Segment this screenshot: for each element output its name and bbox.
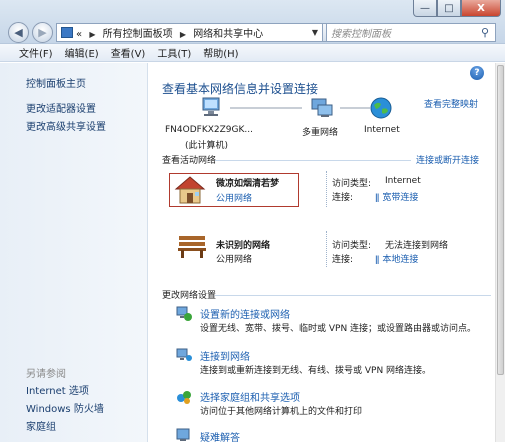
computer-sub-label: (此计算机) <box>185 141 229 151</box>
access-type-label: 访问类型: <box>332 179 372 189</box>
connection-label: 连接: <box>332 255 354 265</box>
access-type-label: 访问类型: <box>332 241 372 251</box>
connection-link[interactable]: ǁ 宽带连接 <box>375 190 418 203</box>
homegroup-icon <box>177 391 191 404</box>
chevron-right-icon: ▶ <box>179 30 186 39</box>
title-bar: — □ X ◀ ▶ « ▶ 所有控制面板项 ▶ 网络和共享中心 ▼ ↻ 搜索控制… <box>0 0 505 44</box>
search-placeholder: 搜索控制面板 <box>331 29 391 40</box>
back-button[interactable]: ◀ <box>8 22 29 43</box>
internet-label: Internet <box>364 125 400 135</box>
active-networks-label: 查看活动网络 <box>162 156 217 166</box>
computer-name: FN4ODFKX2Z9GK... <box>165 125 253 135</box>
menu-bar: 文件(F) 编辑(E) 查看(V) 工具(T) 帮助(H) <box>0 44 505 62</box>
multiple-networks-icon <box>311 98 333 117</box>
connect-network-icon <box>176 348 192 361</box>
menu-help[interactable]: 帮助(H) <box>198 45 243 60</box>
chevron-right-icon: ▶ <box>89 30 96 39</box>
network-name: 微凉如烟清若梦 <box>216 179 280 189</box>
connection-value: 宽带连接 <box>382 193 419 203</box>
menu-tools[interactable]: 工具(T) <box>152 45 196 60</box>
forward-button[interactable]: ▶ <box>32 22 53 43</box>
task-setup-connection-desc: 设置无线、宽带、拨号、临时或 VPN 连接；或设置路由器或访问点。 <box>200 324 477 334</box>
network-type[interactable]: 公用网络 <box>216 252 252 265</box>
chevron-down-icon[interactable]: ▼ <box>308 28 322 37</box>
computer-icon <box>202 97 220 116</box>
new-connection-icon <box>176 306 192 321</box>
sidebar-item-homegroup[interactable]: 家庭组 <box>26 418 56 433</box>
menu-edit[interactable]: 编辑(E) <box>60 45 104 60</box>
arrow-left-icon: ◀ <box>14 26 23 39</box>
connection-line <box>230 107 302 109</box>
task-troubleshoot-link[interactable]: 疑难解答 <box>200 429 240 442</box>
sidebar: 控制面板主页 更改适配器设置 更改高级共享设置 另请参阅 Internet 选项… <box>0 63 148 442</box>
sidebar-item-internet-options[interactable]: Internet 选项 <box>26 382 89 397</box>
see-also-header: 另请参阅 <box>26 369 66 380</box>
network-name: 未识别的网络 <box>216 241 271 251</box>
sidebar-item-home[interactable]: 控制面板主页 <box>26 75 86 90</box>
breadcrumb-overflow[interactable]: « <box>76 29 82 40</box>
lan-icon: ǁ <box>375 255 380 265</box>
scrollbar-thumb[interactable] <box>497 65 504 375</box>
breadcrumb: « ▶ 所有控制面板项 ▶ 网络和共享中心 <box>76 25 308 40</box>
breadcrumb-network-center[interactable]: 网络和共享中心 <box>193 29 263 40</box>
task-homegroup-link[interactable]: 选择家庭组和共享选项 <box>200 389 300 404</box>
network-type-link[interactable]: 公用网络 <box>216 191 252 204</box>
search-input[interactable]: 搜索控制面板 ⚲ <box>326 23 496 42</box>
task-connect-link[interactable]: 连接到网络 <box>200 348 250 363</box>
divider <box>215 295 491 296</box>
troubleshoot-icon <box>176 428 190 441</box>
sidebar-item-sharing-settings[interactable]: 更改高级共享设置 <box>26 118 106 133</box>
close-button[interactable]: X <box>461 0 501 17</box>
menu-view[interactable]: 查看(V) <box>106 45 151 60</box>
task-connect-desc: 连接到或重新连接到无线、有线、拨号或 VPN 网络连接。 <box>200 366 432 376</box>
connection-line <box>340 107 370 109</box>
task-homegroup-desc: 访问位于其他网络计算机上的文件和打印 <box>200 407 363 417</box>
signal-icon: ǁ <box>375 193 380 203</box>
bench-network-icon[interactable] <box>175 230 209 260</box>
breadcrumb-all-items[interactable]: 所有控制面板项 <box>103 29 173 40</box>
sidebar-item-firewall[interactable]: Windows 防火墙 <box>26 400 104 415</box>
connection-value: 本地连接 <box>382 255 419 265</box>
vertical-scrollbar[interactable] <box>495 63 505 442</box>
globe-icon <box>370 97 392 119</box>
home-network-icon[interactable] <box>173 175 207 205</box>
access-type-value: Internet <box>385 176 421 186</box>
divider <box>215 160 411 161</box>
divider <box>326 231 327 267</box>
help-icon[interactable]: ? <box>470 66 484 80</box>
page-title: 查看基本网络信息并设置连接 <box>162 82 319 96</box>
connect-disconnect-link[interactable]: 连接或断开连接 <box>416 153 479 166</box>
control-panel-icon <box>61 27 73 38</box>
window-controls: — □ X <box>413 0 501 17</box>
arrow-right-icon: ▶ <box>38 26 47 39</box>
access-type-value: 无法连接到网络 <box>385 241 449 251</box>
minimize-button[interactable]: — <box>413 0 437 17</box>
address-bar[interactable]: « ▶ 所有控制面板项 ▶ 网络和共享中心 ▼ <box>56 23 323 42</box>
task-setup-connection-link[interactable]: 设置新的连接或网络 <box>200 306 290 321</box>
divider <box>326 171 327 207</box>
full-map-link[interactable]: 查看完整映射 <box>424 97 478 110</box>
search-icon[interactable]: ⚲ <box>481 26 495 39</box>
sidebar-item-adapter-settings[interactable]: 更改适配器设置 <box>26 100 96 115</box>
connection-link[interactable]: ǁ 本地连接 <box>375 252 418 265</box>
change-settings-label: 更改网络设置 <box>162 291 217 301</box>
menu-file[interactable]: 文件(F) <box>14 45 58 60</box>
multiple-networks-label: 多重网络 <box>302 128 339 138</box>
main-panel: 查看基本网络信息并设置连接 查看完整映射 FN4ODFKX2Z9GK... (此… <box>149 63 495 442</box>
maximize-button[interactable]: □ <box>437 0 461 17</box>
connection-label: 连接: <box>332 193 354 203</box>
